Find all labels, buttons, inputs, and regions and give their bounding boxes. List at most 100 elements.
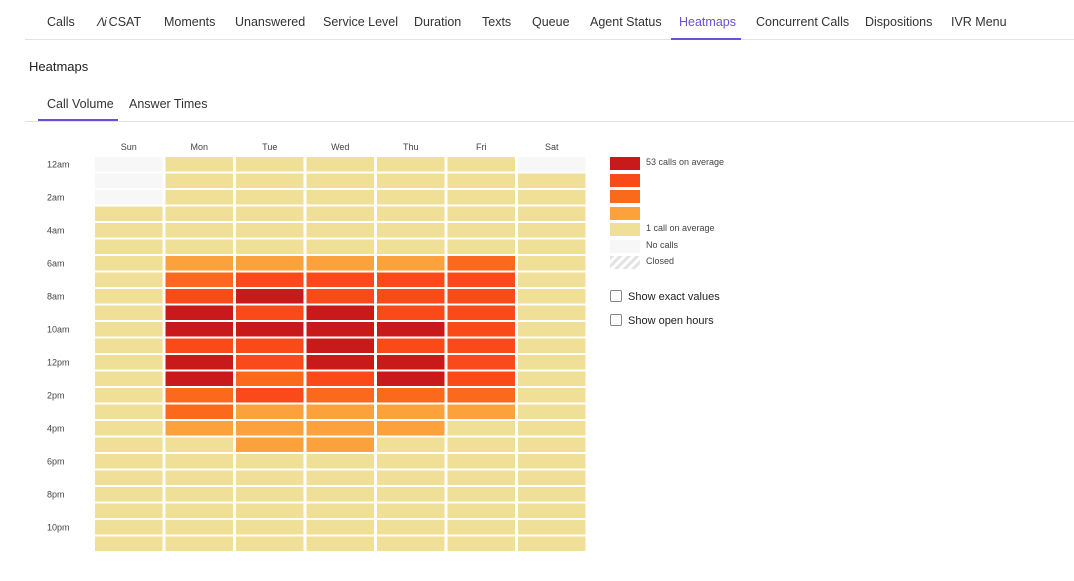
- heatmap-cell[interactable]: [377, 190, 445, 205]
- heatmap-cell[interactable]: [377, 470, 445, 486]
- heatmap-cell[interactable]: [306, 421, 375, 436]
- heatmap-cell[interactable]: [165, 173, 234, 189]
- heatmap-cell[interactable]: [165, 454, 234, 469]
- heatmap-cell[interactable]: [95, 256, 163, 271]
- heatmap-cell[interactable]: [377, 520, 445, 535]
- heatmap-cell[interactable]: [306, 223, 375, 238]
- heatmap-cell[interactable]: [165, 256, 234, 271]
- heatmap-cell[interactable]: [518, 355, 586, 370]
- heatmap-cell[interactable]: [518, 371, 586, 387]
- heatmap-cell[interactable]: [447, 322, 516, 337]
- tab-agent-status[interactable]: Agent Status: [590, 0, 662, 40]
- tab-heatmaps[interactable]: Heatmaps: [679, 0, 736, 40]
- heatmap-cell[interactable]: [447, 157, 516, 172]
- heatmap-cell[interactable]: [377, 536, 445, 552]
- heatmap-cell[interactable]: [165, 272, 234, 288]
- heatmap-cell[interactable]: [95, 371, 163, 387]
- heatmap-cell[interactable]: [447, 289, 516, 304]
- show-open-hours-checkbox[interactable]: [610, 314, 622, 326]
- heatmap-cell[interactable]: [236, 536, 304, 552]
- heatmap-cell[interactable]: [377, 404, 445, 420]
- heatmap-cell[interactable]: [447, 305, 516, 321]
- heatmap-cell[interactable]: [165, 305, 234, 321]
- heatmap-cell[interactable]: [165, 536, 234, 552]
- heatmap-cell[interactable]: [236, 289, 304, 304]
- heatmap-cell[interactable]: [236, 371, 304, 387]
- heatmap-cell[interactable]: [306, 173, 375, 189]
- heatmap-cell[interactable]: [377, 272, 445, 288]
- heatmap-cell[interactable]: [236, 487, 304, 502]
- heatmap-cell[interactable]: [447, 355, 516, 370]
- heatmap-cell[interactable]: [95, 223, 163, 238]
- heatmap-cell[interactable]: [377, 454, 445, 469]
- heatmap-cell[interactable]: [306, 437, 375, 453]
- tab-concurrent-calls[interactable]: Concurrent Calls: [756, 0, 849, 40]
- heatmap-cell[interactable]: [95, 305, 163, 321]
- heatmap-cell[interactable]: [377, 437, 445, 453]
- heatmap-cell[interactable]: [95, 404, 163, 420]
- heatmap-cell[interactable]: [95, 470, 163, 486]
- heatmap-cell[interactable]: [518, 305, 586, 321]
- tab-moments[interactable]: Moments: [164, 0, 215, 40]
- heatmap-cell[interactable]: [377, 338, 445, 354]
- heatmap-cell[interactable]: [518, 388, 586, 403]
- tab-calls[interactable]: Calls: [47, 0, 75, 40]
- heatmap-cell[interactable]: [377, 355, 445, 370]
- heatmap-cell[interactable]: [165, 404, 234, 420]
- heatmap-cell[interactable]: [236, 388, 304, 403]
- heatmap-cell[interactable]: [447, 190, 516, 205]
- heatmap-cell[interactable]: [306, 239, 375, 255]
- heatmap-cell[interactable]: [165, 239, 234, 255]
- heatmap-cell[interactable]: [447, 421, 516, 436]
- heatmap-cell[interactable]: [306, 157, 375, 172]
- heatmap-cell[interactable]: [518, 454, 586, 469]
- heatmap-cell[interactable]: [95, 454, 163, 469]
- heatmap-cell[interactable]: [377, 487, 445, 502]
- heatmap-cell[interactable]: [518, 190, 586, 205]
- heatmap-cell[interactable]: [377, 256, 445, 271]
- heatmap-cell[interactable]: [306, 470, 375, 486]
- heatmap-cell[interactable]: [95, 355, 163, 370]
- tab-csat[interactable]: Λi CSAT: [97, 0, 141, 40]
- heatmap-cell[interactable]: [95, 338, 163, 354]
- heatmap-cell[interactable]: [236, 173, 304, 189]
- heatmap-cell[interactable]: [165, 157, 234, 172]
- heatmap-cell[interactable]: [377, 305, 445, 321]
- heatmap-cell[interactable]: [518, 503, 586, 519]
- heatmap-cell[interactable]: [236, 157, 304, 172]
- heatmap-cell[interactable]: [165, 388, 234, 403]
- heatmap-cell[interactable]: [236, 454, 304, 469]
- heatmap-cell[interactable]: [518, 289, 586, 304]
- heatmap-cell[interactable]: [95, 206, 163, 222]
- heatmap-cell[interactable]: [377, 206, 445, 222]
- heatmap-cell[interactable]: [95, 503, 163, 519]
- heatmap-cell[interactable]: [447, 503, 516, 519]
- heatmap-cell[interactable]: [95, 536, 163, 552]
- tab-queue[interactable]: Queue: [532, 0, 570, 40]
- tab-dispositions[interactable]: Dispositions: [865, 0, 932, 40]
- heatmap-cell[interactable]: [95, 272, 163, 288]
- heatmap-cell[interactable]: [447, 536, 516, 552]
- heatmap-cell[interactable]: [447, 256, 516, 271]
- heatmap-cell[interactable]: [518, 272, 586, 288]
- heatmap-cell[interactable]: [518, 470, 586, 486]
- heatmap-cell[interactable]: [447, 239, 516, 255]
- heatmap-cell[interactable]: [447, 437, 516, 453]
- heatmap-cell[interactable]: [236, 239, 304, 255]
- heatmap-cell[interactable]: [236, 437, 304, 453]
- show-open-hours-option[interactable]: Show open hours: [610, 314, 714, 327]
- heatmap-cell[interactable]: [95, 239, 163, 255]
- heatmap-cell[interactable]: [165, 206, 234, 222]
- heatmap-cell[interactable]: [236, 470, 304, 486]
- tab-duration[interactable]: Duration: [414, 0, 461, 40]
- subtab-answer-times[interactable]: Answer Times: [129, 88, 208, 121]
- heatmap-cell[interactable]: [236, 305, 304, 321]
- heatmap-cell[interactable]: [236, 256, 304, 271]
- heatmap-cell[interactable]: [306, 322, 375, 337]
- heatmap-cell[interactable]: [377, 388, 445, 403]
- heatmap-cell[interactable]: [447, 272, 516, 288]
- heatmap-cell[interactable]: [95, 157, 163, 172]
- heatmap-cell[interactable]: [306, 272, 375, 288]
- heatmap-cell[interactable]: [447, 487, 516, 502]
- heatmap-cell[interactable]: [377, 223, 445, 238]
